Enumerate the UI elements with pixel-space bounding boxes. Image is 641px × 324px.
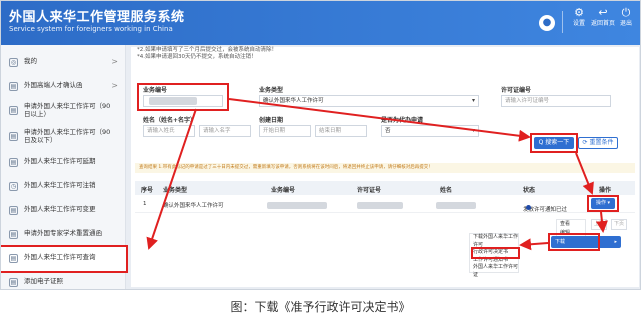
arrow-to-decision [519,238,549,251]
figure-caption: 图：下载《准予行政许可决定书》 [230,300,411,314]
arrow-to-sidebar [146,108,197,250]
arrow-to-search [228,98,531,142]
annotation-arrows [146,98,608,251]
arrow-to-operation [575,152,594,195]
app-window: 外国人来华工作管理服务系统 Service system for foreign… [0,0,641,290]
arrow-to-download [595,211,608,233]
